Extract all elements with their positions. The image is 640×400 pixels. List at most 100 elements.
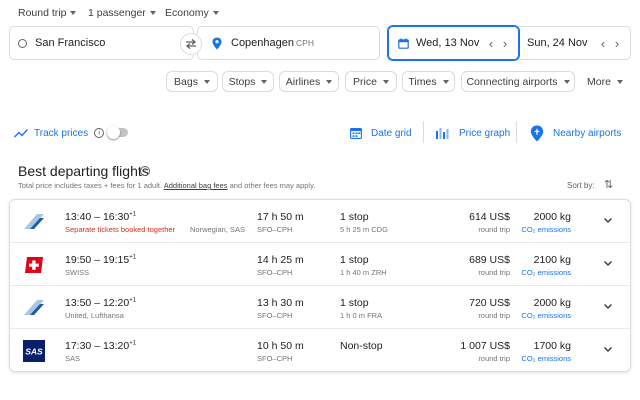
toggle-knob — [107, 125, 120, 139]
airline-name: SWISS — [65, 268, 90, 277]
co2-emissions-link[interactable]: CO₂ emissions — [521, 225, 571, 234]
caret-down-icon — [203, 79, 210, 84]
nearby-airports-icon — [530, 125, 544, 141]
return-date-value: Sun, 24 Nov — [527, 37, 588, 49]
trip-type-label: Round trip — [18, 7, 67, 19]
filter-label: More — [587, 75, 611, 88]
caret-down-icon — [382, 79, 389, 84]
chevron-down-icon[interactable] — [602, 214, 614, 226]
day-offset: +1 — [129, 211, 137, 218]
subtitle-text: and other fees may apply. — [229, 181, 316, 190]
chevron-down-icon[interactable] — [602, 343, 614, 355]
norwegian-logo — [24, 214, 44, 229]
cabin-class-label: Economy — [165, 7, 209, 19]
co2-amount: 2000 kg — [533, 297, 571, 309]
flight-times: 19:50 – 19:15+1 — [65, 254, 136, 266]
flight-duration: 14 h 25 m — [257, 254, 304, 266]
caret-down-icon — [563, 79, 570, 84]
flight-row[interactable]: 19:50 – 19:15+1 SWISS 14 h 25 m SFO–CPH … — [10, 243, 630, 286]
co2-emissions-link[interactable]: CO₂ emissions — [521, 268, 571, 277]
filter-label: Price — [353, 75, 377, 88]
price-graph-button[interactable]: Price graph — [435, 126, 510, 140]
sort-by-label: Sort by: — [567, 181, 595, 190]
day-offset: +1 — [129, 340, 137, 347]
track-prices-label: Track prices — [34, 127, 89, 139]
flight-price: 1 007 US$ — [460, 340, 510, 352]
price-note: round trip — [478, 354, 510, 363]
swap-button[interactable] — [180, 33, 202, 55]
flight-list: 13:40 – 16:30+1 Separate tickets booked … — [9, 199, 631, 372]
flight-price: 614 US$ — [469, 211, 510, 223]
caret-down-icon — [149, 11, 156, 15]
swap-icon — [185, 39, 197, 49]
flight-row[interactable]: 13:40 – 16:30+1 Separate tickets booked … — [10, 200, 630, 243]
price-note: round trip — [478, 225, 510, 234]
price-graph-label: Price graph — [459, 127, 511, 139]
destination-value: Copenhagen — [231, 37, 295, 49]
co2-amount: 2000 kg — [533, 211, 571, 223]
flight-row[interactable]: SAS 17:30 – 13:20+1 SAS 10 h 50 m SFO–CP… — [10, 329, 630, 371]
flight-price: 720 US$ — [469, 297, 510, 309]
co2-emissions-link[interactable]: CO₂ emissions — [521, 311, 571, 320]
price-note: round trip — [478, 268, 510, 277]
co2-emissions-link[interactable]: CO₂ emissions — [521, 354, 571, 363]
prev-date-icon[interactable]: ‹ — [484, 36, 498, 51]
flight-times: 13:50 – 12:20+1 — [65, 297, 136, 309]
cabin-class-select[interactable]: Economy — [165, 6, 219, 20]
track-prices-toggle[interactable] — [107, 125, 128, 139]
time-range: 13:50 – 12:20 — [65, 297, 130, 309]
filter-stops[interactable]: Stops — [222, 71, 274, 92]
passenger-select[interactable]: 1 passenger — [88, 6, 156, 20]
chevron-down-icon[interactable] — [602, 300, 614, 312]
filter-bags[interactable]: Bags — [166, 71, 218, 92]
flight-row[interactable]: 13:50 – 12:20+1 United, Lufthansa 13 h 3… — [10, 286, 630, 329]
trip-type-select[interactable]: Round trip — [18, 6, 77, 20]
co2-amount: 2100 kg — [533, 254, 571, 266]
destination-code: CPH — [296, 38, 314, 48]
filter-airlines[interactable]: Airlines — [279, 71, 339, 92]
filter-label: Connecting airports — [466, 75, 558, 88]
separate-tickets-warning: Separate tickets booked together — [65, 225, 176, 234]
track-prices: Track prices i — [14, 126, 105, 140]
destination-field[interactable]: Copenhagen CPH — [197, 26, 380, 60]
caret-down-icon — [616, 79, 623, 84]
chevron-down-icon[interactable] — [602, 257, 614, 269]
time-range: 13:40 – 16:30 — [65, 211, 130, 223]
filter-times[interactable]: Times — [402, 71, 455, 92]
origin-circle-icon — [18, 38, 27, 48]
flight-stops: 1 stop — [340, 297, 369, 309]
caret-down-icon — [70, 11, 77, 15]
flight-route: SFO–CPH — [257, 268, 293, 277]
flight-layover: 1 h 0 m FRA — [340, 311, 383, 320]
filter-more[interactable]: More — [580, 71, 630, 92]
filter-connecting-airports[interactable]: Connecting airports — [461, 71, 575, 92]
flight-times: 17:30 – 13:20+1 — [65, 340, 136, 352]
nearby-airports-button[interactable]: Nearby airports — [530, 125, 621, 141]
date-grid-icon — [350, 127, 362, 139]
depart-date-value: Wed, 13 Nov — [416, 37, 480, 49]
day-offset: +1 — [129, 297, 137, 304]
divider — [423, 121, 424, 143]
filter-price[interactable]: Price — [345, 71, 397, 92]
info-icon[interactable]: i — [140, 166, 150, 176]
info-icon[interactable]: i — [94, 128, 105, 138]
filter-label: Airlines — [285, 75, 321, 88]
next-date-icon[interactable]: › — [610, 36, 624, 51]
prev-date-icon[interactable]: ‹ — [596, 36, 610, 51]
price-note: round trip — [478, 311, 510, 320]
flight-duration: 17 h 50 m — [257, 211, 304, 223]
airline-name: SAS — [65, 354, 81, 363]
date-grid-button[interactable]: Date grid — [350, 126, 412, 140]
passenger-label: 1 passenger — [88, 7, 146, 19]
bag-fees-link[interactable]: Additional bag fees — [164, 181, 228, 190]
sort-icon[interactable]: ⇅ — [604, 178, 613, 191]
return-date-field[interactable]: Sun, 24 Nov ‹ › — [519, 26, 631, 60]
next-date-icon[interactable]: › — [498, 36, 512, 51]
location-pin-icon — [212, 37, 222, 49]
airline-name: United, Lufthansa — [65, 311, 124, 320]
origin-field[interactable]: San Francisco — [9, 26, 194, 60]
flight-times: 13:40 – 16:30+1 — [65, 211, 136, 223]
section-subtitle: Total price includes taxes + fees for 1 … — [18, 181, 315, 190]
co2-amount: 1700 kg — [533, 340, 571, 352]
depart-date-field[interactable]: Wed, 13 Nov ‹ › — [388, 26, 519, 60]
